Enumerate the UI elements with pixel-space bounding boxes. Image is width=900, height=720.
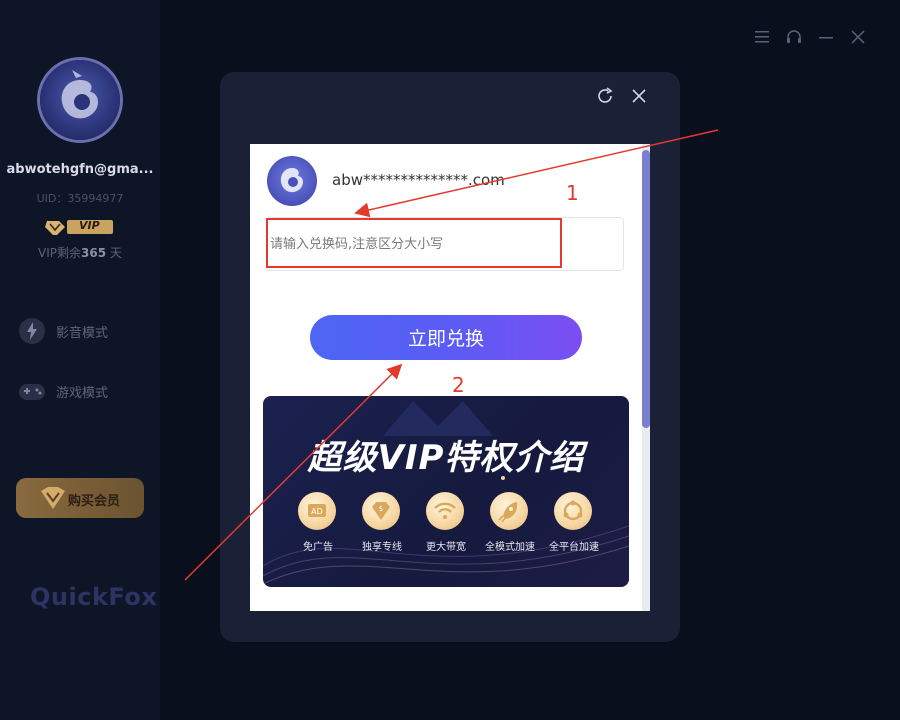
rocket-icon	[490, 492, 528, 530]
wifi-icon	[426, 492, 464, 530]
scrollbar-thumb[interactable]	[642, 150, 650, 428]
vip-badge: VIP	[45, 218, 115, 236]
diamond-heart-icon	[38, 485, 68, 511]
close-window-icon[interactable]	[849, 28, 867, 46]
svg-text:$: $	[379, 505, 383, 513]
fox-logo-icon	[280, 168, 303, 193]
close-modal-icon[interactable]	[629, 86, 649, 106]
annotation-label-1: 1	[566, 181, 579, 205]
username: abwotehgfn@gma...	[6, 162, 154, 177]
banner-title: 超级VIP特权介绍	[307, 438, 585, 478]
gamepad-icon	[18, 377, 46, 403]
annotation-label-2: 2	[452, 373, 465, 397]
headset-icon[interactable]	[785, 28, 803, 46]
sidebar: abwotehgfn@gma... UID：35994977 VIP VIP剩余…	[0, 0, 160, 720]
nav-item-label: 游戏模式	[56, 386, 109, 401]
feature-label: 全平台加速	[549, 542, 599, 553]
brand-logo: QuickFox	[30, 583, 158, 611]
vip-privileges-banner: 超级VIP特权介绍 AD 免广告 $ 独享专线 更大带宽 全模式加速 全平台加速	[263, 396, 629, 587]
minimize-icon[interactable]	[817, 28, 835, 46]
nav-item-media-mode[interactable]: 影音模式	[18, 315, 148, 345]
account-email: abw**************.com	[332, 171, 505, 189]
buy-membership-button[interactable]: 购买会员	[16, 478, 144, 518]
ad-icon: AD	[298, 492, 336, 530]
vip-remain-days: 365	[81, 246, 107, 260]
buy-membership-label: 购买会员	[68, 494, 121, 509]
vip-badge-label: VIP	[79, 219, 100, 232]
user-uid: UID：35994977	[36, 192, 124, 205]
vip-remaining: VIP剩余365 天	[0, 244, 160, 261]
svg-text:AD: AD	[311, 507, 323, 516]
app-window: abwotehgfn@gma... UID：35994977 VIP VIP剩余…	[0, 0, 900, 720]
refresh-icon[interactable]	[595, 86, 615, 106]
redeem-now-button[interactable]: 立即兑换	[310, 315, 582, 360]
nav-item-label: 影音模式	[56, 326, 109, 341]
feature-label: 独享专线	[362, 542, 402, 553]
feature-dedicated-line: $ 独享专线	[346, 492, 418, 562]
feature-label: 免广告	[303, 542, 333, 553]
avatar[interactable]	[40, 60, 120, 140]
menu-icon[interactable]	[753, 28, 771, 46]
fox-logo-icon	[61, 70, 98, 119]
vip-remain-suffix: 天	[106, 246, 122, 260]
feature-label: 全模式加速	[485, 542, 535, 553]
lightning-icon	[18, 317, 46, 344]
feature-all-mode: 全模式加速	[474, 492, 546, 562]
diamond-icon: $	[362, 492, 400, 530]
avatar	[267, 156, 317, 206]
platform-icon	[554, 492, 592, 530]
vip-remain-prefix: VIP剩余	[38, 246, 82, 260]
feature-label: 更大带宽	[426, 542, 466, 553]
nav-item-game-mode[interactable]: 游戏模式	[18, 375, 148, 405]
feature-all-platform: 全平台加速	[538, 492, 610, 562]
redeem-code-input[interactable]	[266, 217, 624, 271]
feature-bandwidth: 更大带宽	[410, 492, 482, 562]
feature-no-ads: AD 免广告	[282, 492, 354, 562]
